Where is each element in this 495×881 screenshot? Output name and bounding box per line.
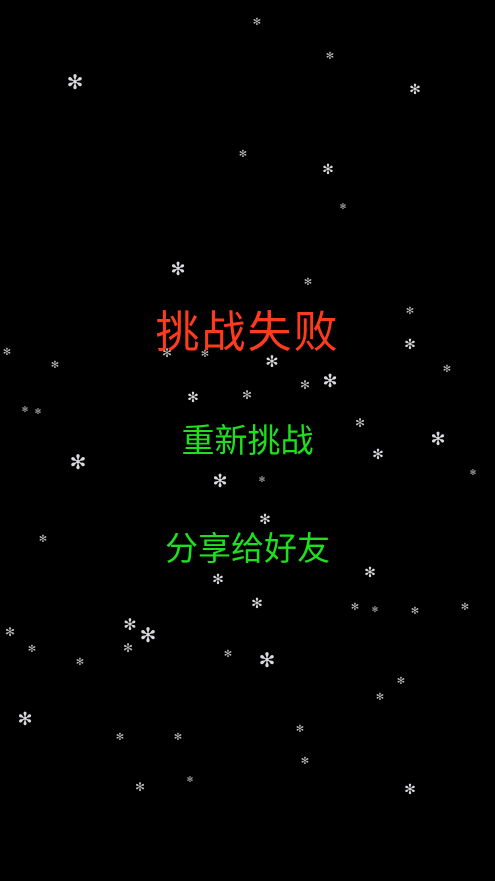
snowflake-icon: ✻ [371, 605, 379, 614]
snowflake-icon: ✻ [469, 468, 477, 477]
snowflake-icon: ✻ [460, 602, 470, 613]
snowflake-icon: ✻ [396, 676, 406, 687]
snowflake-icon: ✻ [212, 471, 228, 492]
snowflake-icon: ✻ [17, 709, 33, 730]
snowflake-icon: ✻ [410, 606, 420, 617]
snowflake-icon: ✻ [123, 615, 137, 634]
snowflake-icon: ✻ [300, 756, 310, 767]
snowflake-icon: ✻ [299, 378, 311, 392]
snowflake-icon: ✻ [34, 407, 42, 416]
snowflake-icon: ✻ [258, 475, 266, 484]
snowflake-icon: ✻ [252, 17, 262, 28]
snowflake-icon: ✻ [325, 51, 335, 62]
snowflake-icon: ✻ [139, 623, 157, 647]
snowflake-icon: ✻ [322, 371, 338, 392]
snowflake-icon: ✻ [251, 596, 263, 612]
snowflake-icon: ✻ [134, 780, 146, 794]
challenge-failed-title: 挑战失败 [155, 307, 340, 358]
snowflake-icon: ✻ [303, 277, 313, 288]
share-with-friends-button[interactable]: 分享给好友 [0, 526, 495, 572]
snowflake-icon: ✻ [295, 724, 305, 735]
game-over-screen: ✻ ✻ ✻ ✻ ✻ ✻ ✻ ✻ ✻ ✻ ✻ ✻ ✻ ✻ ✻ ✻ ✻ ✻ ✻ ✻ ✻ ✻ ✻ ✻ ✻ ✻ ✻ ✻ ✻ ✻ ✻ ✻ ✻ ✻ ✻ ✻ ✻ ✻ ✻ ✻… [0, 0, 495, 881]
snowflake-icon: ✻ [241, 388, 253, 402]
snowflake-icon: ✻ [21, 405, 29, 414]
snowflake-icon: ✻ [66, 70, 84, 94]
snowflake-icon: ✻ [339, 202, 347, 211]
snowflake-icon: ✻ [238, 149, 248, 160]
snowflake-icon: ✻ [27, 644, 37, 655]
snowflake-icon: ✻ [75, 657, 85, 668]
retry-challenge-button[interactable]: 重新挑战 [0, 418, 495, 464]
snowflake-icon: ✻ [187, 390, 199, 406]
snowflake-icon: ✻ [212, 572, 224, 588]
snowflake-icon: ✻ [409, 82, 421, 98]
snowflake-icon: ✻ [404, 782, 416, 798]
snowflake-icon: ✻ [322, 162, 334, 178]
snowflake-icon: ✻ [173, 732, 183, 743]
snowflake-icon: ✻ [170, 259, 186, 280]
snowflake-icon: ✻ [442, 364, 452, 375]
snowflake-icon: ✻ [223, 649, 233, 660]
snowflake-icon: ✻ [122, 641, 134, 655]
snowflake-icon: ✻ [258, 648, 276, 672]
snowflake-icon: ✻ [4, 625, 16, 639]
snowflake-icon: ✻ [259, 512, 271, 528]
snowflake-icon: ✻ [375, 692, 385, 703]
snowflake-icon: ✻ [350, 602, 360, 613]
snowflake-icon: ✻ [186, 775, 194, 784]
snowflake-icon: ✻ [115, 732, 125, 743]
